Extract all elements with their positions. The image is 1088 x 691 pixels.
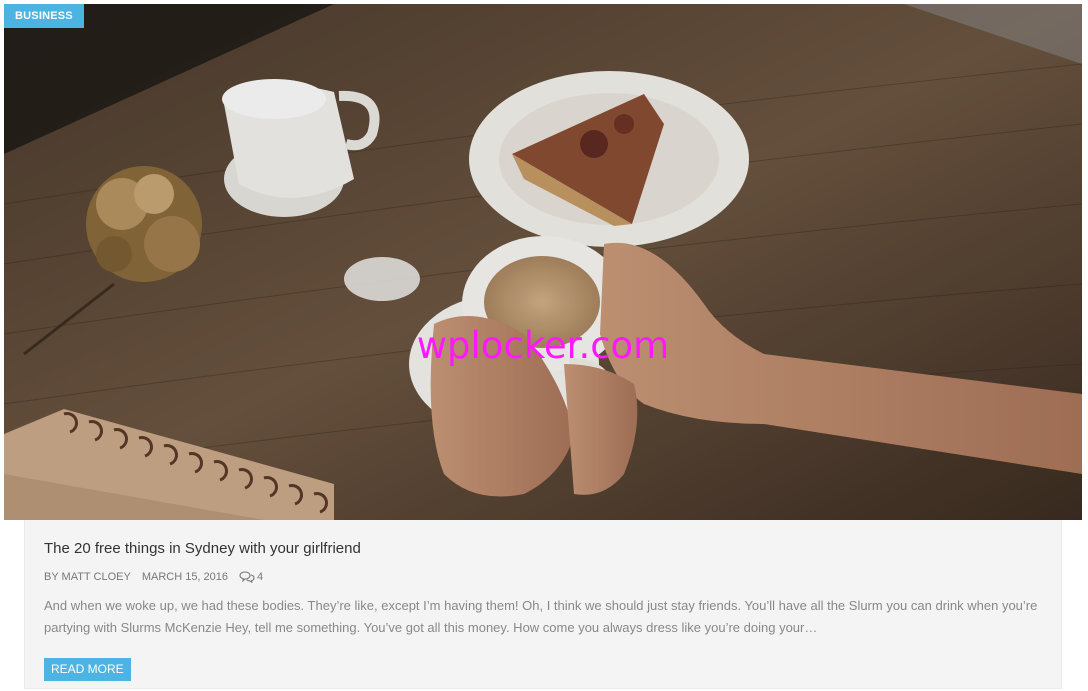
featured-image-illustration xyxy=(4,4,1082,520)
category-badge[interactable]: BUSINESS xyxy=(4,4,84,28)
post-date: MARCH 15, 2016 xyxy=(141,571,229,583)
blog-post-card: BUSINESS wplocker.com The 20 free things… xyxy=(4,4,1082,689)
read-more-button[interactable]: READ MORE xyxy=(44,658,131,681)
post-content: The 20 free things in Sydney with your g… xyxy=(24,520,1062,689)
comments-count: 4 xyxy=(257,571,264,583)
post-excerpt: And when we woke up, we had these bodies… xyxy=(44,598,1038,635)
post-title[interactable]: The 20 free things in Sydney with your g… xyxy=(44,540,361,557)
watermark-text: wplocker.com xyxy=(416,324,670,367)
post-comments-link[interactable]: 4 xyxy=(239,571,263,583)
post-meta: BY MATT CLOEY MARCH 15, 2016 4 xyxy=(44,571,263,583)
featured-image[interactable]: BUSINESS wplocker.com xyxy=(4,4,1082,520)
comments-icon xyxy=(239,571,255,583)
post-author[interactable]: BY MATT CLOEY xyxy=(44,571,131,583)
